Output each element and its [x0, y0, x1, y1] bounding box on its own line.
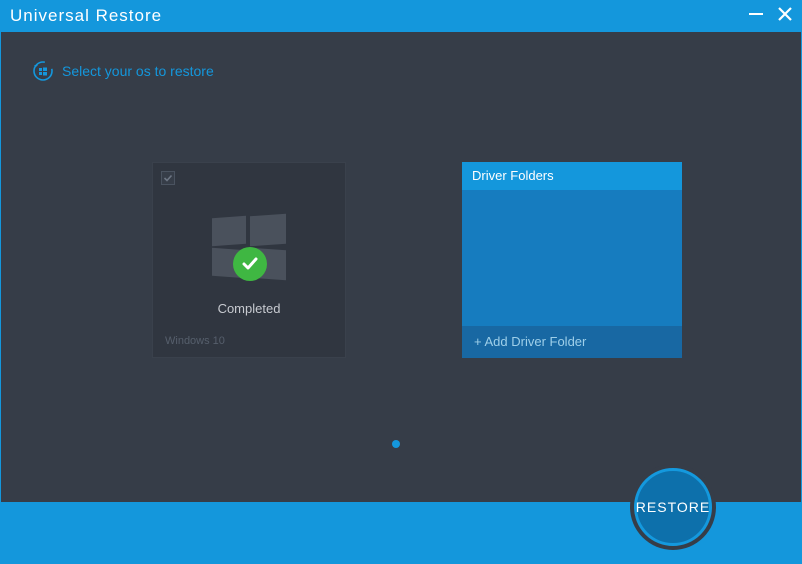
subtitle-row: Select your os to restore	[0, 32, 802, 82]
os-status-label: Completed	[218, 301, 281, 316]
pager-dot-active[interactable]	[392, 440, 400, 448]
page-subtitle: Select your os to restore	[62, 63, 214, 79]
check-icon	[163, 173, 173, 183]
minimize-icon[interactable]	[748, 6, 764, 27]
driver-folders-list	[462, 190, 682, 326]
add-driver-folder-button[interactable]: + Add Driver Folder	[462, 326, 682, 358]
success-check-icon	[233, 247, 267, 281]
os-card-body: Completed	[161, 171, 337, 316]
driver-folders-header: Driver Folders	[462, 162, 682, 190]
app-window: Universal Restore Select your os to rest…	[0, 0, 802, 564]
close-icon[interactable]	[778, 7, 792, 26]
titlebar: Universal Restore	[0, 0, 802, 32]
driver-folders-panel: Driver Folders + Add Driver Folder	[462, 162, 682, 358]
os-checkbox[interactable]	[161, 171, 175, 185]
window-controls	[748, 6, 792, 27]
os-card[interactable]: Completed Windows 10	[152, 162, 346, 358]
restore-button[interactable]: RESTORE	[634, 468, 712, 546]
window-title: Universal Restore	[10, 6, 162, 26]
restore-button-label: RESTORE	[636, 499, 710, 515]
restore-icon	[32, 60, 54, 82]
pager	[392, 440, 400, 448]
os-name-label: Windows 10	[165, 335, 225, 347]
content-area: Completed Windows 10 Driver Folders + Ad…	[0, 82, 802, 358]
